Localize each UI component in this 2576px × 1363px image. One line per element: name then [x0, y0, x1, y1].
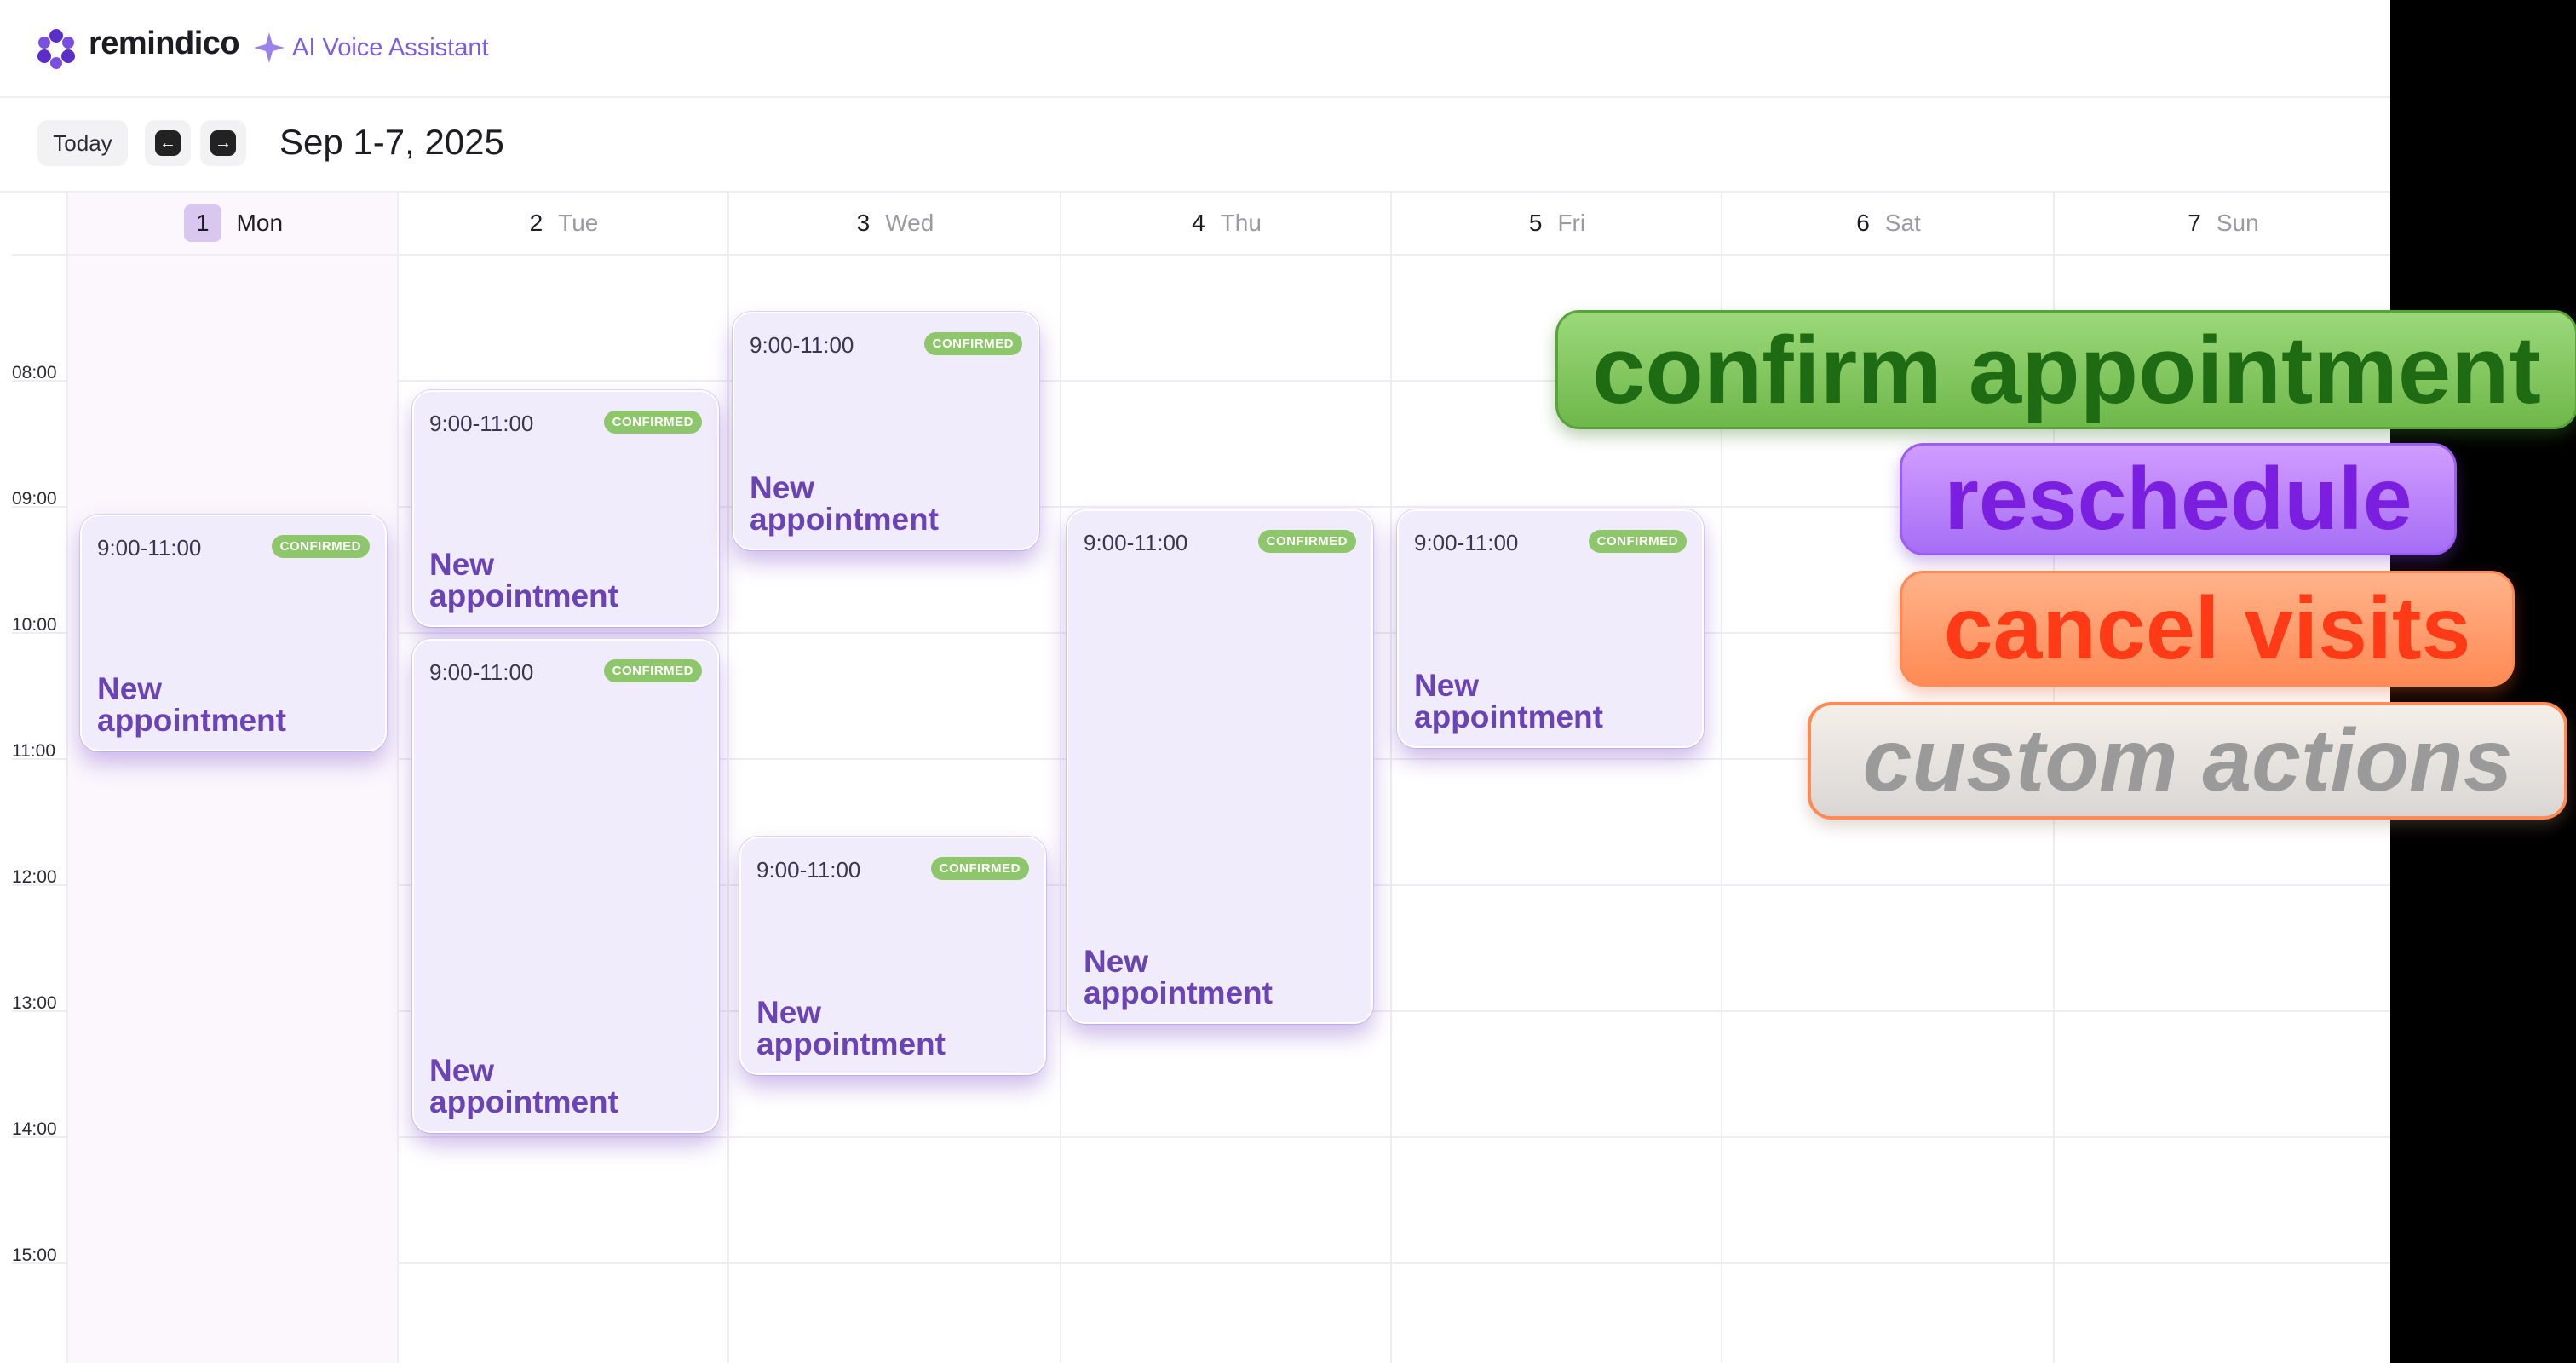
appointment-time: 9:00-11:00 [1414, 530, 1519, 555]
day-header-sun[interactable]: 7 Sun [2055, 193, 2390, 256]
sparkle-icon [254, 32, 285, 63]
hour-label: 10:00 [12, 615, 57, 635]
prev-week-button[interactable]: ← [145, 120, 191, 166]
day-name: Mon [236, 210, 284, 236]
day-column-mon[interactable]: 1 Mon [66, 193, 399, 1363]
appointment-title: New appointment [97, 671, 286, 738]
hour-label: 14:00 [12, 1119, 57, 1139]
hour-label: 15:00 [12, 1245, 57, 1265]
day-header-fri[interactable]: 5 Fri [1392, 193, 1722, 256]
appointment-time: 9:00-11:00 [429, 411, 534, 436]
appointment-title: New appointment [750, 470, 939, 537]
day-header-sat[interactable]: 6 Sat [1722, 193, 2055, 256]
appointment-title: New appointment [756, 995, 946, 1061]
next-week-button[interactable]: → [200, 120, 246, 166]
confirmed-badge: CONFIRMED [603, 411, 702, 434]
appointment-card[interactable]: 9:00-11:00 CONFIRMED New appointment [1067, 509, 1373, 1024]
date-range: Sep 1-7, 2025 [279, 122, 504, 162]
day-number: 5 [1528, 210, 1543, 236]
hour-label: 13:00 [12, 993, 57, 1013]
calendar-toolbar: Today ← → Sep 1-7, 2025 [0, 96, 2390, 193]
remindico-logo-icon [37, 29, 75, 69]
day-header-wed[interactable]: 3 Wed [729, 193, 1061, 256]
appointment-card[interactable]: 9:00-11:00 CONFIRMED New appointment [739, 837, 1046, 1075]
appointment-title: New appointment [429, 1053, 618, 1119]
day-name: Sat [1884, 210, 1921, 236]
appointment-card[interactable]: 9:00-11:00 CONFIRMED New appointment [412, 639, 719, 1133]
confirmed-badge: CONFIRMED [603, 659, 702, 682]
today-button[interactable]: Today [37, 120, 128, 166]
assistant-label: AI Voice Assistant [292, 34, 489, 61]
appointment-card[interactable]: 9:00-11:00 CONFIRMED New appointment [412, 390, 719, 627]
reschedule-action: reschedule [1900, 443, 2457, 555]
confirmed-badge: CONFIRMED [930, 857, 1029, 880]
day-number: 2 [529, 210, 543, 236]
day-header-mon[interactable]: 1 Mon [68, 193, 399, 256]
appointment-title: New appointment [429, 547, 618, 613]
appointment-time: 9:00-11:00 [1084, 530, 1188, 555]
day-name: Fri [1557, 210, 1586, 236]
confirmed-badge: CONFIRMED [923, 332, 1022, 355]
hour-label: 09:00 [12, 489, 57, 509]
hour-label: 08:00 [12, 363, 57, 382]
appointment-title: New appointment [1084, 944, 1273, 1010]
day-header-tue[interactable]: 2 Tue [399, 193, 729, 256]
confirmed-badge: CONFIRMED [1588, 530, 1687, 553]
appointment-time: 9:00-11:00 [97, 535, 202, 561]
confirm-appointment-action: confirm appointment [1555, 310, 2576, 429]
day-name: Wed [885, 210, 934, 236]
day-number: 3 [856, 210, 871, 236]
day-name: Sun [2216, 210, 2259, 236]
cancel-visits-action: cancel visits [1900, 571, 2515, 687]
day-header-thu[interactable]: 4 Thu [1061, 193, 1392, 256]
appointment-time: 9:00-11:00 [429, 659, 534, 685]
day-number: 7 [2188, 210, 2201, 236]
day-number: 6 [1856, 210, 1870, 236]
day-number: 1 [183, 204, 221, 242]
day-name: Tue [558, 210, 599, 236]
hour-label: 12:00 [12, 867, 57, 887]
appointment-title: New appointment [1414, 668, 1603, 734]
confirmed-badge: CONFIRMED [1257, 530, 1356, 553]
day-name: Thu [1220, 210, 1262, 236]
arrow-right-icon: → [210, 130, 236, 156]
hour-label: 11:00 [12, 741, 55, 761]
confirmed-badge: CONFIRMED [271, 535, 370, 558]
arrow-left-icon: ← [155, 130, 181, 156]
appointment-card[interactable]: 9:00-11:00 CONFIRMED New appointment [80, 515, 387, 751]
custom-actions-action: custom actions [1808, 702, 2567, 820]
appointment-time: 9:00-11:00 [756, 857, 861, 883]
appointment-card[interactable]: 9:00-11:00 CONFIRMED New appointment [1397, 509, 1704, 748]
day-number: 4 [1192, 210, 1205, 236]
brand-name: remindico [89, 26, 240, 61]
appointment-card[interactable]: 9:00-11:00 CONFIRMED New appointment [733, 312, 1039, 550]
app-header: remindico AI Voice Assistant [0, 0, 2390, 98]
appointment-time: 9:00-11:00 [750, 332, 854, 358]
